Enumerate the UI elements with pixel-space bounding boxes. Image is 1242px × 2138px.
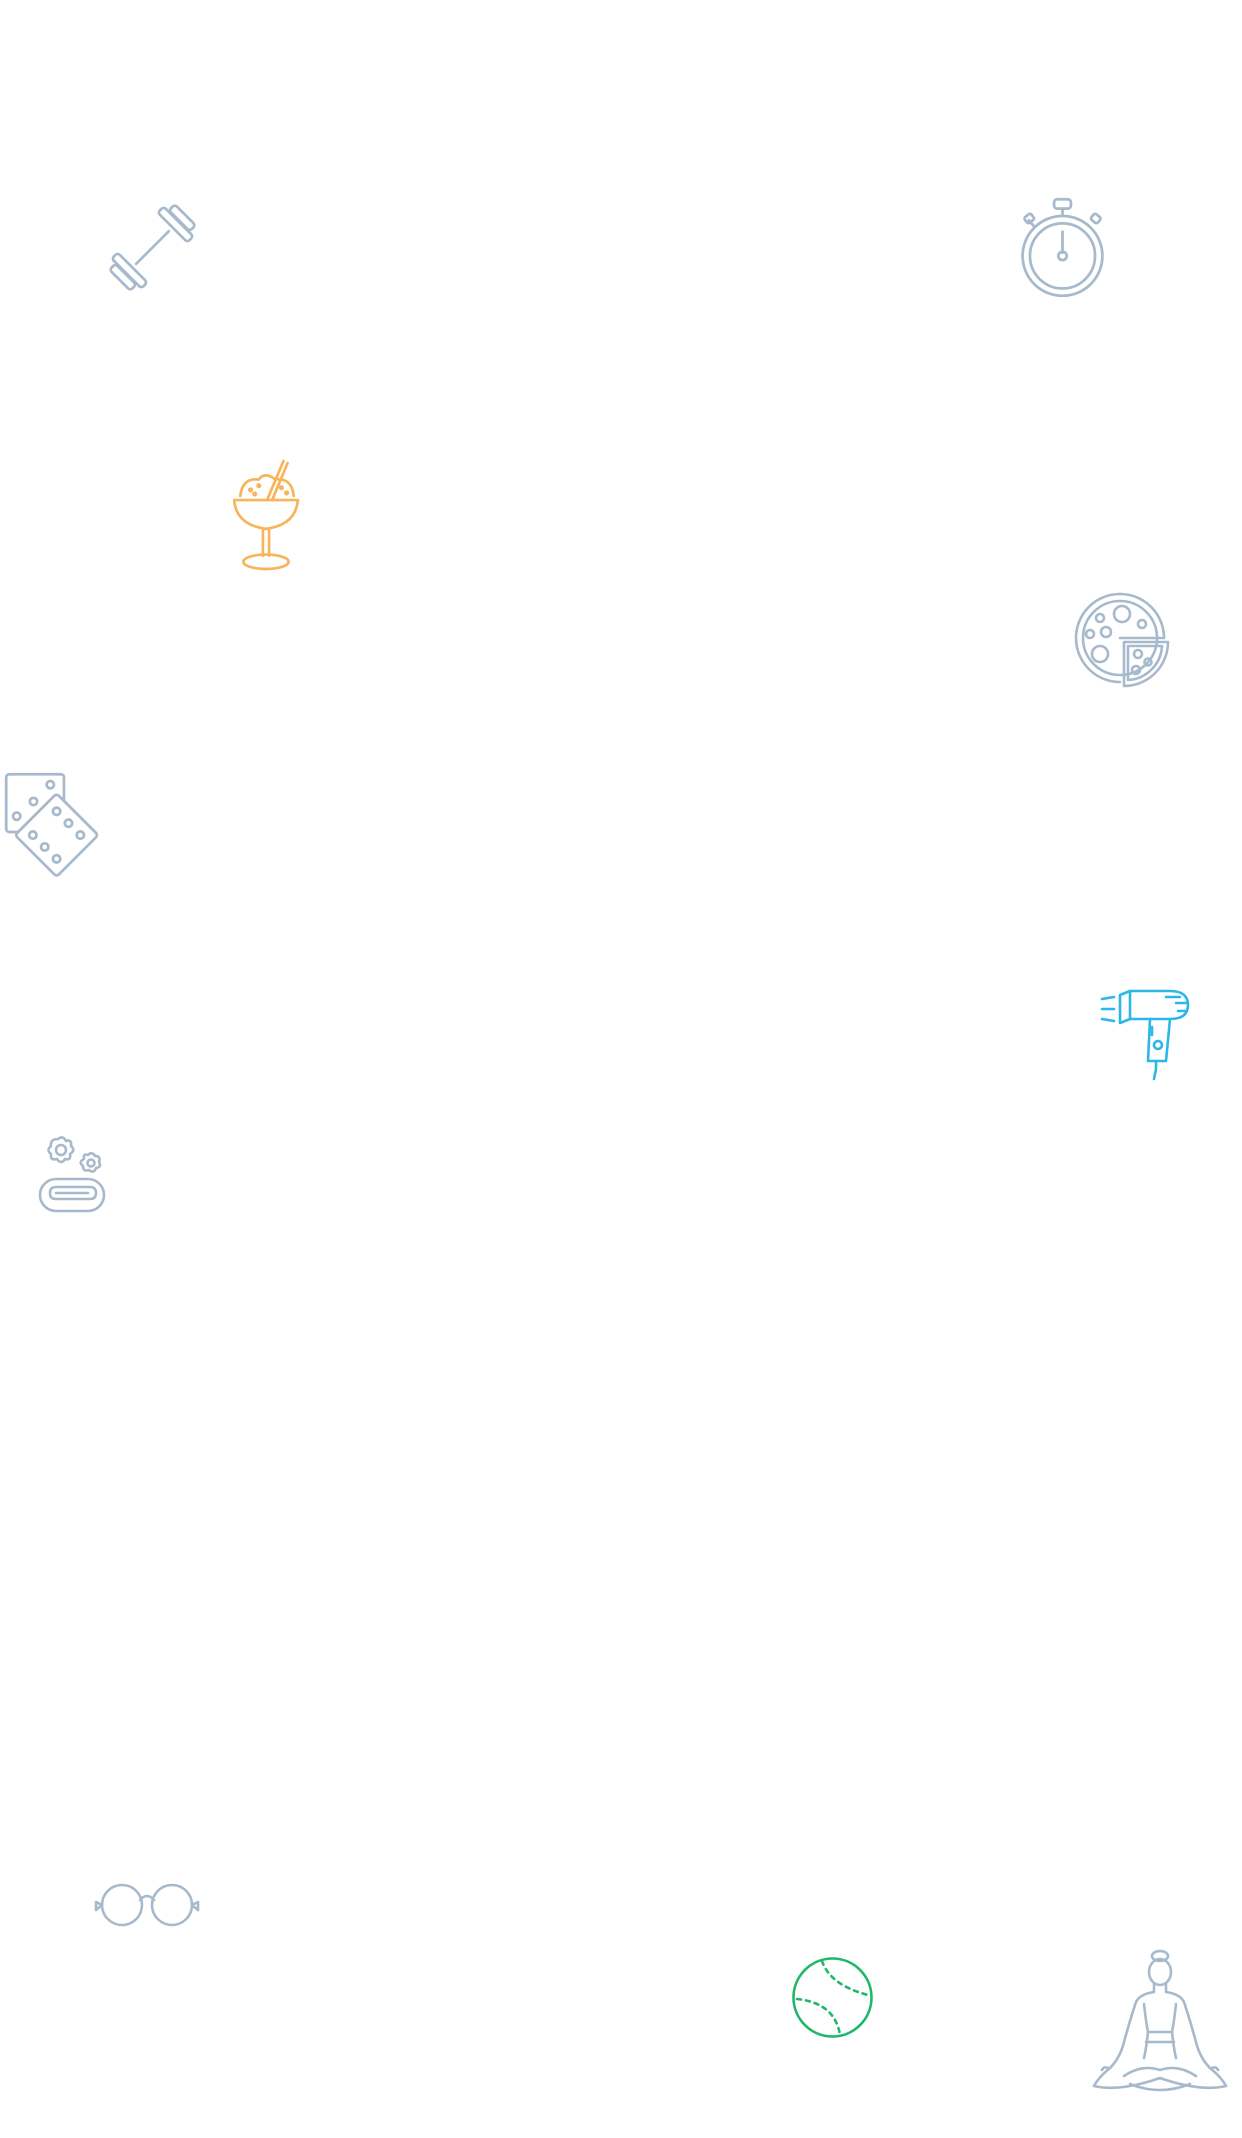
dumbbell-icon (100, 195, 205, 300)
eyeglasses-icon (92, 1880, 202, 1930)
dice-icon (2, 770, 107, 877)
baseball-icon (790, 1955, 875, 2040)
stopwatch-icon (1015, 195, 1110, 300)
pizza-icon (1070, 588, 1170, 688)
hair-dryer-icon (1100, 985, 1195, 1081)
background-pattern (0, 0, 1242, 2138)
ice-cream-sundae-icon (230, 458, 302, 573)
bath-towel-icon (38, 1135, 113, 1215)
yoga-meditation-icon (1090, 1949, 1230, 2095)
